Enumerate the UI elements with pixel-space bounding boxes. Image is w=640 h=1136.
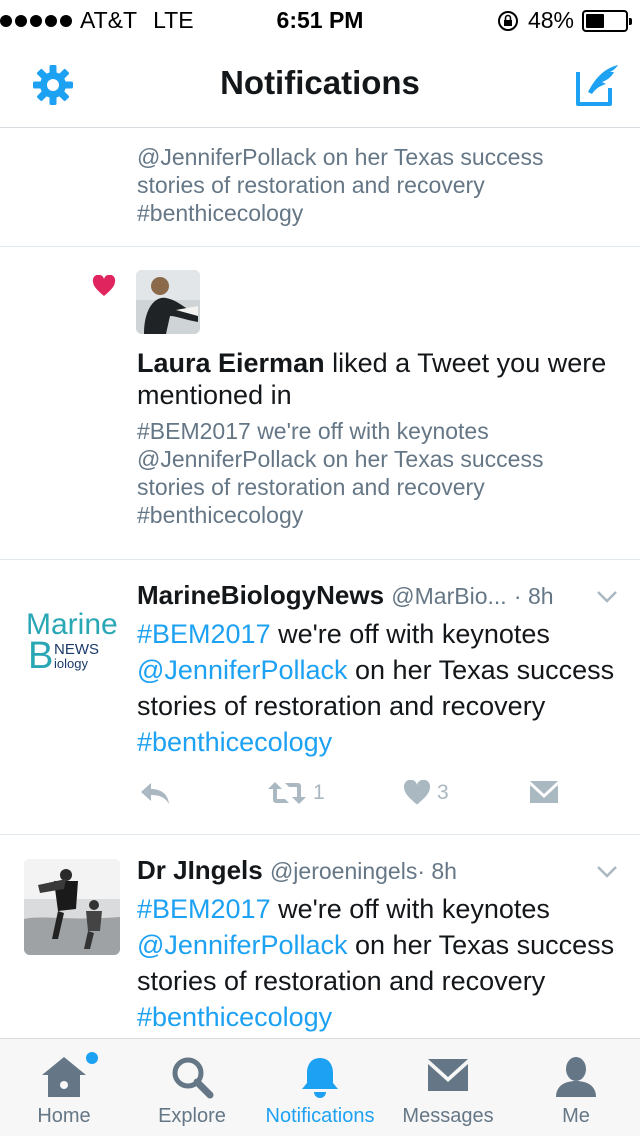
hashtag-link[interactable]: #BEM2017: [137, 894, 271, 924]
tab-label: Messages: [402, 1105, 494, 1127]
reply-button[interactable]: [139, 780, 171, 806]
tab-home[interactable]: Home: [0, 1039, 128, 1136]
notification-item[interactable]: @JenniferPollack on her Texas success @J…: [0, 129, 640, 247]
mention-link[interactable]: @JenniferPollack: [137, 655, 348, 685]
retweet-button[interactable]: 1: [267, 780, 325, 806]
user-handle[interactable]: @jeroeningels: [270, 858, 417, 884]
reply-icon: [141, 783, 169, 804]
user-handle[interactable]: @MarBio...: [391, 583, 506, 609]
status-right: 48%: [496, 7, 632, 34]
rotation-lock-icon: [497, 10, 518, 31]
tab-notifications[interactable]: Notifications: [256, 1039, 384, 1136]
hashtag-link[interactable]: #BEM2017: [137, 619, 271, 649]
quote-line: stories of restoration and recovery: [137, 474, 485, 500]
person-icon: [556, 1057, 596, 1097]
avatar[interactable]: [136, 270, 200, 334]
tweet-text: #BEM2017 we're off with keynotes @Jennif…: [137, 616, 617, 760]
hashtag-link[interactable]: #benthicecology: [137, 1002, 332, 1032]
compose-icon[interactable]: [574, 62, 620, 108]
tab-label: Explore: [158, 1105, 226, 1127]
bell-icon: [302, 1058, 338, 1098]
tweet-quote-text: @JenniferPollack on her Texas success @J…: [137, 129, 617, 227]
tweet-text-part: we're off with keynotes: [270, 894, 550, 924]
quote-line: #benthicecology: [137, 502, 304, 528]
avatar[interactable]: Marine B NEWS iology: [24, 584, 120, 680]
chevron-down-icon[interactable]: [596, 865, 618, 879]
user-name[interactable]: MarineBiologyNews: [137, 580, 384, 610]
tab-label: Me: [562, 1105, 590, 1127]
like-count: 3: [437, 781, 449, 804]
tab-messages[interactable]: Messages: [384, 1039, 512, 1136]
user-name[interactable]: Laura Eierman: [137, 348, 325, 378]
heart-icon: [404, 780, 430, 805]
quote-line: stories of restoration and recovery: [137, 172, 485, 198]
mention-link[interactable]: @JenniferPollack: [137, 930, 348, 960]
tab-me[interactable]: Me: [512, 1039, 640, 1136]
navigation-bar: Notifications: [0, 40, 640, 128]
notification-title: Laura Eierman liked a Tweet you were men…: [137, 347, 617, 411]
battery-percent: 48%: [527, 7, 574, 33]
home-icon: [42, 1057, 86, 1097]
direct-message-button[interactable]: [529, 780, 559, 804]
hashtag-link[interactable]: #benthicecology: [137, 727, 332, 757]
tweet-quote-text[interactable]: #BEM2017 we're off with keynotes @Jennif…: [137, 417, 617, 529]
tweet-header: MarineBiologyNews @MarBio... · 8h: [137, 580, 554, 611]
like-button[interactable]: 3: [403, 780, 449, 806]
retweet-count: 1: [313, 781, 325, 804]
tab-bar: Home Explore Notifications Messages Me: [0, 1038, 640, 1136]
tab-explore[interactable]: Explore: [128, 1039, 256, 1136]
heart-icon: [92, 275, 116, 296]
battery-icon: [582, 9, 632, 32]
avatar[interactable]: [24, 859, 120, 955]
tweet-card[interactable]: Dr JIngels @jeroeningels· 8h #BEM2017 we…: [0, 835, 640, 1038]
page-title: Notifications: [220, 64, 420, 101]
battery-fill: [586, 13, 605, 28]
tweet-time: · 8h: [417, 858, 457, 884]
tweet-card[interactable]: Marine B NEWS iology MarineBiologyNews @…: [0, 560, 640, 835]
quote-line: @JenniferPollack on her Texas success: [137, 446, 544, 472]
chevron-down-icon[interactable]: [596, 590, 618, 604]
quote-line: #benthicecology: [137, 200, 304, 226]
avatar-logo-iology: iology: [54, 656, 88, 671]
retweet-icon: [268, 782, 306, 804]
notifications-feed[interactable]: @JenniferPollack on her Texas success @J…: [0, 129, 640, 1038]
tweet-text-part: we're off with keynotes: [270, 619, 550, 649]
tweet-time: · 8h: [513, 583, 554, 609]
quote-line: @JenniferPollack on her Texas success: [137, 144, 544, 170]
search-icon: [172, 1057, 214, 1099]
tweet-text: #BEM2017 we're off with keynotes @Jennif…: [137, 891, 617, 1035]
tweet-actions: 1 3: [137, 780, 577, 810]
user-name[interactable]: Dr JIngels: [137, 855, 263, 885]
tab-label: Notifications: [265, 1105, 375, 1127]
envelope-icon: [428, 1059, 468, 1091]
quote-line: #BEM2017 we're off with keynotes: [137, 418, 489, 444]
tweet-header: Dr JIngels @jeroeningels· 8h: [137, 855, 457, 886]
envelope-icon: [530, 781, 558, 803]
status-bar: AT&T LTE 6:51 PM 48%: [0, 0, 640, 40]
avatar-logo-letter: B: [28, 635, 53, 677]
like-notification[interactable]: Laura Eierman liked a Tweet you were men…: [0, 247, 640, 560]
notification-dot: [86, 1052, 98, 1064]
